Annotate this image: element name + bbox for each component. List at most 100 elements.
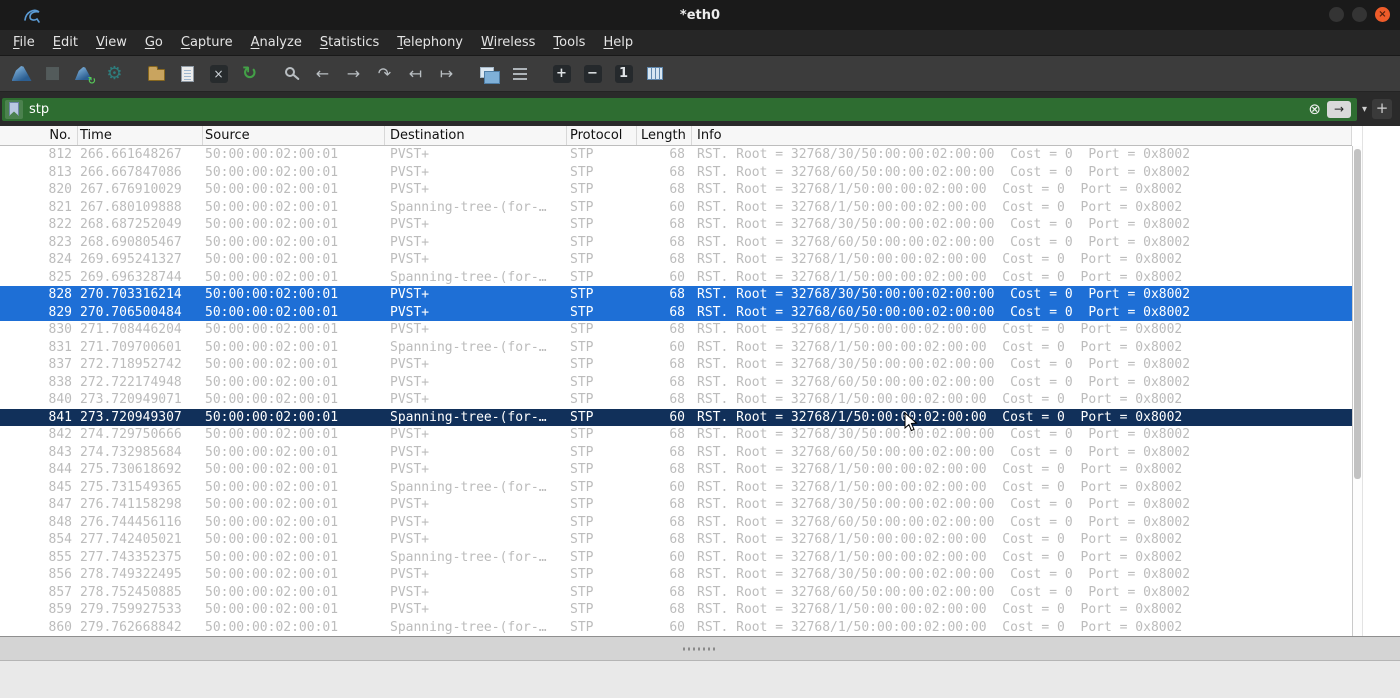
packet-row-822[interactable]: 822 268.687252049 50:00:00:02:00:01 PVST+ ST… (0, 216, 1352, 234)
packet-row-860[interactable]: 860 279.762668842 50:00:00:02:00:01 Spannin… (0, 619, 1352, 637)
packet-row-838[interactable]: 838 272.722174948 50:00:00:02:00:01 PVST+ ST… (0, 374, 1352, 392)
clear-filter-icon[interactable]: ⊗ (1308, 101, 1321, 117)
cell-protocol: STP (570, 252, 594, 267)
display-filter-input[interactable]: stp ⊗ → (2, 97, 1357, 121)
next-packet-icon[interactable]: ↦ (431, 59, 462, 89)
close-file-icon[interactable]: × (203, 59, 234, 89)
capture-start-icon[interactable] (6, 59, 37, 89)
cell-protocol: STP (570, 269, 594, 285)
packet-row-828[interactable]: 828 270.703316214 50:00:00:02:00:01 PVST+ ST… (0, 286, 1352, 304)
column-header-destination[interactable]: Destination (385, 126, 567, 145)
resize-columns-icon[interactable] (639, 59, 670, 89)
vertical-scrollbar[interactable] (1352, 146, 1362, 636)
column-header-source[interactable]: Source (203, 126, 385, 145)
packet-row-847[interactable]: 847 276.741158298 50:00:00:02:00:01 PVST+ ST… (0, 496, 1352, 514)
packet-row-825[interactable]: 825 269.696328744 50:00:00:02:00:01 Spannin… (0, 269, 1352, 287)
find-icon[interactable] (276, 59, 307, 89)
packet-row-842[interactable]: 842 274.729750666 50:00:00:02:00:01 PVST+ ST… (0, 426, 1352, 444)
menu-go[interactable]: Go (136, 31, 172, 54)
packet-row-857[interactable]: 857 278.752450885 50:00:00:02:00:01 PVST+ ST… (0, 584, 1352, 602)
packet-row-856[interactable]: 856 278.749322495 50:00:00:02:00:01 PVST+ ST… (0, 566, 1352, 584)
zoom-in-icon[interactable]: + (546, 59, 577, 89)
colorize-icon[interactable] (473, 59, 504, 89)
cell-no: 855 (48, 549, 72, 565)
scrollbar-thumb[interactable] (1354, 149, 1361, 479)
window-title: *eth0 (679, 7, 721, 23)
packet-row-821[interactable]: 821 267.680109888 50:00:00:02:00:01 Spannin… (0, 199, 1352, 217)
packet-row-855[interactable]: 855 277.743352375 50:00:00:02:00:01 Spannin… (0, 549, 1352, 567)
menu-view[interactable]: View (87, 31, 136, 54)
cell-destination: Spanning-tree-(for-… (390, 339, 547, 355)
packet-row-837[interactable]: 837 272.718952742 50:00:00:02:00:01 PVST+ ST… (0, 356, 1352, 374)
packet-row-854[interactable]: 854 277.742405021 50:00:00:02:00:01 PVST+ ST… (0, 531, 1352, 549)
maximize-button[interactable] (1352, 7, 1367, 22)
cell-destination: PVST+ (390, 217, 430, 232)
cell-time: 275.730618692 (80, 462, 182, 477)
cell-time: 272.722174948 (80, 374, 182, 390)
packet-row-831[interactable]: 831 271.709700601 50:00:00:02:00:01 Spannin… (0, 339, 1352, 357)
menu-tools[interactable]: Tools (544, 31, 594, 54)
minimize-button[interactable] (1329, 7, 1344, 22)
menu-statistics[interactable]: Statistics (311, 31, 388, 54)
packet-row-812[interactable]: 812 266.661648267 50:00:00:02:00:01 PVST+ ST… (0, 146, 1352, 164)
menu-file[interactable]: File (4, 31, 44, 54)
open-file-icon[interactable] (141, 59, 172, 89)
menu-edit[interactable]: Edit (44, 31, 87, 54)
packet-row-840[interactable]: 840 273.720949071 50:00:00:02:00:01 PVST+ ST… (0, 391, 1352, 409)
menu-analyze[interactable]: Analyze (242, 31, 311, 54)
reload-icon[interactable]: ↻ (234, 59, 265, 89)
packet-row-859[interactable]: 859 279.759927533 50:00:00:02:00:01 PVST+ ST… (0, 601, 1352, 619)
add-filter-button[interactable]: + (1372, 99, 1392, 119)
filter-bookmark-button[interactable] (5, 99, 23, 119)
back-icon[interactable]: ← (307, 59, 338, 89)
cell-source: 50:00:00:02:00:01 (205, 532, 339, 547)
column-header-protocol[interactable]: Protocol (567, 126, 637, 145)
close-button[interactable]: × (1375, 7, 1390, 22)
column-header-length[interactable]: Length (637, 126, 692, 145)
cell-info: RST. Root = 32768/30/50:00:00:02:00:00 C… (697, 147, 1191, 162)
titlebar[interactable]: *eth0 × (0, 0, 1400, 30)
apply-filter-button[interactable]: → (1326, 100, 1351, 118)
column-header-info[interactable]: Info (692, 126, 1352, 145)
cell-info: RST. Root = 32768/1/50:00:00:02:00:00 Co… (697, 409, 1183, 425)
cell-no: 830 (48, 322, 72, 337)
cell-no: 857 (48, 584, 72, 600)
packet-row-843[interactable]: 843 274.732985684 50:00:00:02:00:01 PVST+ ST… (0, 444, 1352, 462)
cell-time: 269.696328744 (80, 269, 182, 285)
prev-packet-icon[interactable]: ↤ (400, 59, 431, 89)
menu-capture[interactable]: Capture (172, 31, 242, 54)
menu-telephony[interactable]: Telephony (388, 31, 472, 54)
menu-wireless[interactable]: Wireless (472, 31, 544, 54)
filter-text: stp (29, 101, 50, 117)
capture-options-icon[interactable]: ⚙ (99, 59, 130, 89)
packet-row-823[interactable]: 823 268.690805467 50:00:00:02:00:01 PVST+ ST… (0, 234, 1352, 252)
packet-row-830[interactable]: 830 271.708446204 50:00:00:02:00:01 PVST+ ST… (0, 321, 1352, 339)
capture-restart-icon[interactable]: ↻ (68, 59, 99, 89)
packet-row-841[interactable]: 841 273.720949307 50:00:00:02:00:01 Spannin… (0, 408, 1352, 426)
forward-icon[interactable]: → (338, 59, 369, 89)
packet-row-813[interactable]: 813 266.667847086 50:00:00:02:00:01 PVST+ ST… (0, 164, 1352, 182)
pane-splitter[interactable] (0, 636, 1400, 660)
apply-arrow-icon: → (1333, 102, 1344, 116)
save-file-icon[interactable] (172, 59, 203, 89)
packet-row-845[interactable]: 845 275.731549365 50:00:00:02:00:01 Spannin… (0, 479, 1352, 497)
zoom-out-icon[interactable]: − (577, 59, 608, 89)
zoom-original-icon[interactable]: 1 (608, 59, 639, 89)
packet-row-829[interactable]: 829 270.706500484 50:00:00:02:00:01 PVST+ ST… (0, 303, 1352, 321)
column-header-time[interactable]: Time (78, 126, 203, 145)
cell-time: 267.680109888 (80, 199, 182, 215)
cell-no: 859 (48, 602, 72, 617)
autoscroll-icon[interactable] (504, 59, 535, 89)
cell-time: 274.729750666 (80, 427, 182, 442)
filter-dropdown-icon[interactable]: ▾ (1362, 104, 1367, 115)
packet-row-824[interactable]: 824 269.695241327 50:00:00:02:00:01 PVST+ ST… (0, 251, 1352, 269)
goto-packet-icon[interactable]: ↷ (369, 59, 400, 89)
packet-row-844[interactable]: 844 275.730618692 50:00:00:02:00:01 PVST+ ST… (0, 461, 1352, 479)
packet-row-848[interactable]: 848 276.744456116 50:00:00:02:00:01 PVST+ ST… (0, 514, 1352, 532)
capture-stop-icon[interactable]: ■ (37, 59, 68, 89)
menu-help[interactable]: Help (594, 31, 642, 54)
filter-bar: stp ⊗ → ▾ + (0, 92, 1400, 126)
column-header-no[interactable]: No. (0, 126, 78, 145)
packet-row-820[interactable]: 820 267.676910029 50:00:00:02:00:01 PVST+ ST… (0, 181, 1352, 199)
cell-no: 847 (48, 497, 72, 512)
